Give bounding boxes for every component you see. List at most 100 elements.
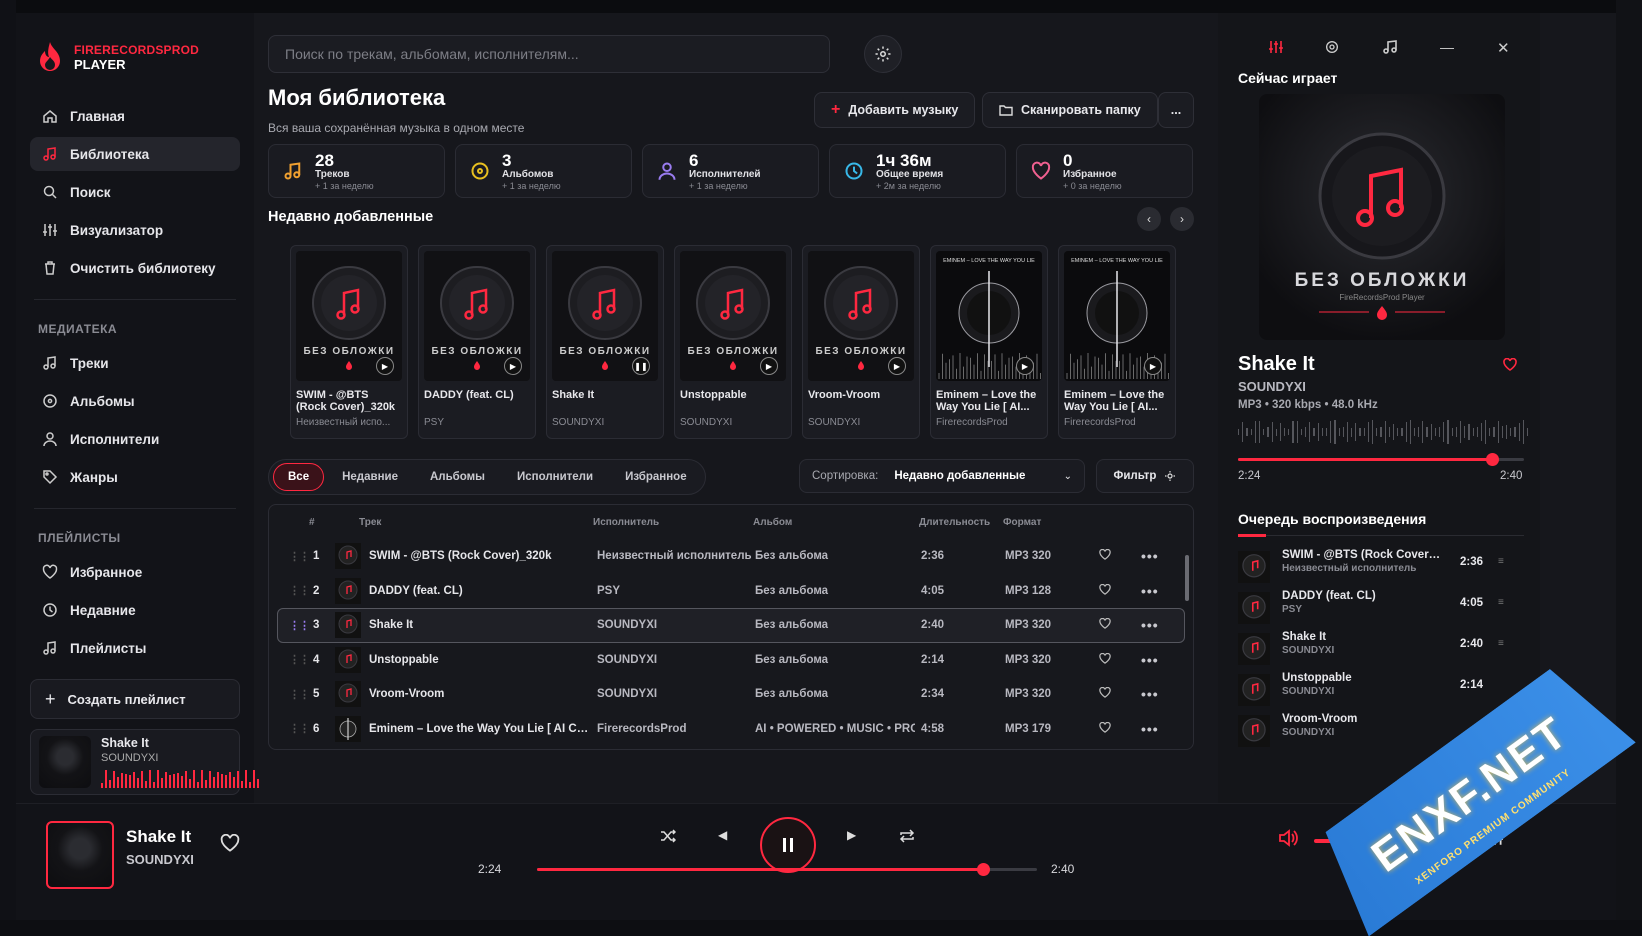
heart-icon[interactable] <box>1099 549 1111 563</box>
more-dots-icon[interactable]: ••• <box>1141 721 1159 737</box>
create-playlist-button[interactable]: + Создать плейлист <box>30 679 240 719</box>
pause-button[interactable] <box>760 817 816 873</box>
heart-icon[interactable] <box>1099 618 1111 632</box>
minimize-icon[interactable]: — <box>1440 39 1454 55</box>
table-row[interactable]: ⋮⋮ 2 DADDY (feat. CL) PSY Без альбома 4:05 MP3… <box>269 574 1193 609</box>
recent-card[interactable]: БЕЗ ОБЛОЖКИ ▶ SWIM - @BTS (Rock Cover)_320… <box>290 245 408 439</box>
table-row[interactable]: ⋮⋮ 5 Vroom-Vroom SOUNDYXI Без альбома 2:34 MP3… <box>269 677 1193 712</box>
drag-handle-icon[interactable]: ⋮⋮ <box>289 722 310 735</box>
table-row[interactable]: ⋮⋮ 6 Eminem – Love the Way You Lie [ AI Co… <box>269 712 1193 747</box>
sidebar-playlist-item-2[interactable]: Плейлисты <box>30 631 240 665</box>
queue-item[interactable]: SWIM - @BTS (Rock Cover)_... Неизвестный … <box>1238 549 1528 585</box>
player-progress-knob[interactable] <box>977 863 990 876</box>
table-row[interactable]: ⋮⋮ 1 SWIM - @BTS (Rock Cover)_320k Неизвест… <box>269 539 1193 574</box>
drag-lines-icon[interactable]: ≡ <box>1498 556 1504 567</box>
settings-button[interactable] <box>864 35 902 73</box>
search-input[interactable]: Поиск по трекам, альбомам, исполнителям.… <box>268 35 830 73</box>
column-header[interactable]: # <box>309 517 315 528</box>
sidebar-media-item-0[interactable]: Треки <box>30 346 240 380</box>
play-icon[interactable]: ▶ <box>1016 357 1034 375</box>
sidebar-nav-item-3[interactable]: Визуализатор <box>30 213 240 247</box>
carousel-next-button[interactable]: › <box>1170 207 1194 231</box>
gear-icon[interactable] <box>1324 39 1340 58</box>
sidebar-nav-item-2[interactable]: Поиск <box>30 175 240 209</box>
tab-3[interactable]: Исполнители <box>503 463 607 491</box>
more-options-button[interactable]: ... <box>1158 92 1194 128</box>
drag-handle-icon[interactable]: ⋮⋮ <box>289 584 310 597</box>
column-header[interactable]: Длительность <box>919 517 990 528</box>
recent-card[interactable]: БЕЗ ОБЛОЖКИ ▶ DADDY (feat. CL) PSY <box>418 245 536 439</box>
close-icon[interactable]: ✕ <box>1497 39 1510 57</box>
heart-icon[interactable] <box>1099 583 1111 598</box>
music-note-icon[interactable] <box>1382 39 1398 58</box>
sidebar-media-item-2[interactable]: Исполнители <box>30 422 240 456</box>
sidebar-nav-item-4[interactable]: Очистить библиотеку <box>30 251 240 285</box>
recent-card[interactable]: БЕЗ ОБЛОЖКИ ▶ Unstoppable SOUNDYXI <box>674 245 792 439</box>
player-progress-bar[interactable] <box>537 863 1037 876</box>
heart-icon[interactable] <box>1099 721 1111 736</box>
mini-now-playing[interactable]: Shake It SOUNDYXI <box>30 729 259 795</box>
drag-handle-icon[interactable]: ⋮⋮ <box>289 688 310 701</box>
favorite-heart-icon[interactable] <box>1503 357 1517 374</box>
filter-button[interactable]: Фильтр <box>1096 459 1194 493</box>
sidebar-media-item-3[interactable]: Жанры <box>30 460 240 494</box>
recent-card[interactable]: EMINEM – LOVE THE WAY YOU LIE ▶ Eminem – L… <box>1058 245 1176 439</box>
next-button[interactable]: ▶ <box>847 828 856 842</box>
more-dots-icon[interactable]: ••• <box>1141 652 1159 668</box>
brand-logo: FIRERECORDSPROD PLAYER <box>36 41 240 73</box>
scan-folder-button[interactable]: Сканировать папку <box>982 92 1158 128</box>
column-header[interactable]: Формат <box>1003 517 1041 528</box>
heart-icon[interactable] <box>1099 652 1111 667</box>
drag-lines-icon[interactable]: ≡ <box>1498 638 1504 649</box>
column-header[interactable]: Альбом <box>753 517 792 528</box>
play-icon[interactable]: ▶ <box>504 357 522 375</box>
sidebar-nav-item-1[interactable]: Библиотека <box>30 137 240 171</box>
drag-lines-icon[interactable]: ≡ <box>1498 597 1504 608</box>
drag-handle-icon[interactable]: ⋮⋮ <box>289 550 310 563</box>
play-icon[interactable]: ▶ <box>1144 357 1162 375</box>
drag-handle-icon[interactable]: ⋮⋮ <box>289 653 310 666</box>
tab-2[interactable]: Альбомы <box>416 463 499 491</box>
sidebar-media-item-1[interactable]: Альбомы <box>30 384 240 418</box>
table-row[interactable]: ⋮⋮ 4 Unstoppable SOUNDYXI Без альбома 2:14 MP3… <box>269 643 1193 678</box>
sidebar-playlist-item-1[interactable]: Недавние <box>30 593 240 627</box>
drag-handle-icon[interactable]: ⋮⋮ <box>289 619 310 632</box>
queue-item[interactable]: Shake It SOUNDYXI 2:40 ≡ <box>1238 631 1528 667</box>
more-dots-icon[interactable]: ••• <box>1141 686 1159 702</box>
queue-item[interactable]: DADDY (feat. CL) PSY 4:05 ≡ <box>1238 590 1528 626</box>
tab-0[interactable]: Все <box>273 463 325 491</box>
play-icon[interactable]: ▶ <box>888 357 906 375</box>
pause-icon[interactable]: ❚❚ <box>632 357 650 375</box>
now-playing-progress[interactable] <box>1238 453 1524 466</box>
recent-card[interactable]: EMINEM – LOVE THE WAY YOU LIE ▶ Eminem – L… <box>930 245 1048 439</box>
carousel-prev-button[interactable]: ‹ <box>1137 207 1161 231</box>
more-dots-icon[interactable]: ••• <box>1141 617 1159 633</box>
prev-button[interactable]: ◀ <box>718 828 727 842</box>
play-icon[interactable]: ▶ <box>760 357 778 375</box>
recent-card[interactable]: БЕЗ ОБЛОЖКИ ❚❚ Shake It SOUNDYXI <box>546 245 664 439</box>
sidebar-playlist-item-0[interactable]: Избранное <box>30 555 240 589</box>
equalizer-icon[interactable] <box>1268 39 1284 58</box>
play-icon[interactable]: ▶ <box>376 357 394 375</box>
volume-button[interactable] <box>1278 829 1298 850</box>
table-scrollbar[interactable] <box>1185 555 1189 601</box>
progress-knob[interactable] <box>1486 453 1499 466</box>
queue-item[interactable]: Unstoppable SOUNDYXI 2:14 <box>1238 672 1528 708</box>
sort-dropdown[interactable]: Сортировка: Недавно добавленные ⌄ <box>799 459 1085 493</box>
add-music-button[interactable]: + Добавить музыку <box>814 92 976 128</box>
heart-icon[interactable] <box>220 833 240 855</box>
more-dots-icon[interactable]: ••• <box>1141 548 1159 564</box>
tab-4[interactable]: Избранное <box>611 463 701 491</box>
heart-icon[interactable] <box>1099 687 1111 701</box>
stat-label: Альбомов <box>502 168 554 180</box>
recent-card[interactable]: БЕЗ ОБЛОЖКИ ▶ Vroom-Vroom SOUNDYXI <box>802 245 920 439</box>
chevron-left-icon: ‹ <box>1147 212 1151 226</box>
sidebar-nav-item-0[interactable]: Главная <box>30 99 240 133</box>
repeat-button[interactable] <box>898 828 916 847</box>
more-dots-icon[interactable]: ••• <box>1141 583 1159 599</box>
shuffle-button[interactable] <box>660 828 677 847</box>
column-header[interactable]: Исполнитель <box>593 517 659 528</box>
tab-1[interactable]: Недавние <box>328 463 412 491</box>
table-row[interactable]: ⋮⋮ 3 Shake It SOUNDYXI Без альбома 2:40 MP3 32… <box>277 608 1185 643</box>
column-header[interactable]: Трек <box>359 517 381 528</box>
